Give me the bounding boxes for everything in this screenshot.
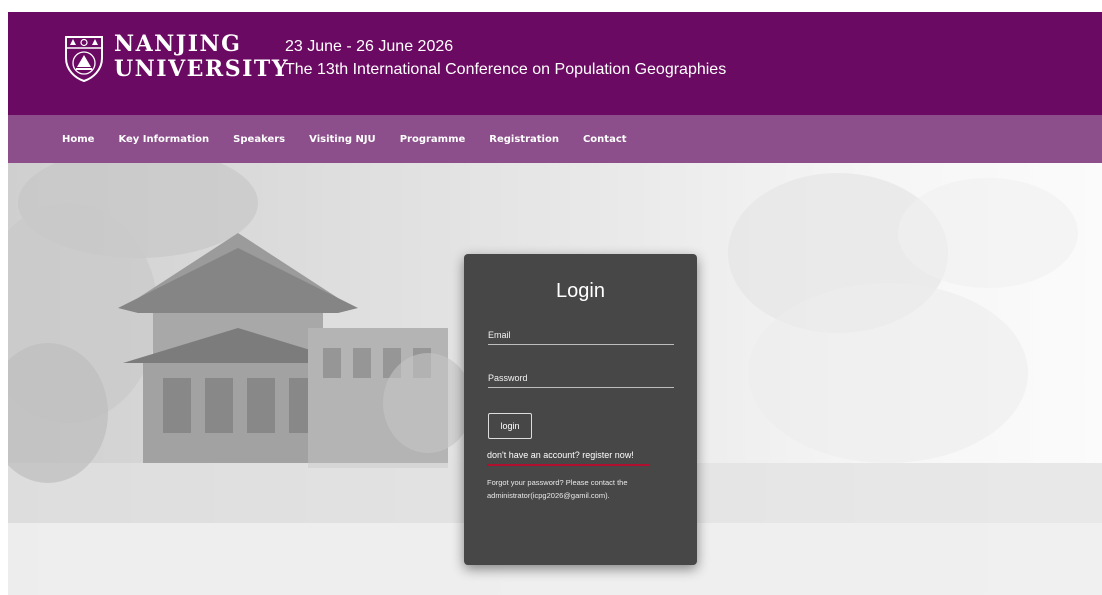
login-title: Login [556, 280, 605, 302]
password-input[interactable] [488, 373, 674, 388]
university-name-line2: UNIVERSITY [114, 56, 289, 82]
email-input[interactable] [488, 330, 674, 345]
page: NANJING UNIVERSITY 23 June - 26 June 202… [8, 12, 1102, 595]
login-card: Login login don't have an account? regis… [464, 254, 697, 565]
nav-visiting-nju[interactable]: Visiting NJU [309, 134, 376, 145]
register-link[interactable]: don't have an account? register now! [487, 450, 634, 460]
main-nav: Home Key Information Speakers Visiting N… [8, 115, 1102, 163]
nav-key-information[interactable]: Key Information [118, 134, 209, 145]
university-name-line1: NANJING [114, 31, 242, 57]
university-crest-icon [65, 36, 103, 82]
university-name[interactable]: NANJING UNIVERSITY [114, 32, 289, 82]
conference-info: 23 June - 26 June 2026 The 13th Internat… [285, 35, 726, 81]
nav-contact[interactable]: Contact [583, 134, 627, 145]
nav-registration[interactable]: Registration [489, 134, 559, 145]
nav-home[interactable]: Home [62, 134, 94, 145]
nav-speakers[interactable]: Speakers [233, 134, 285, 145]
register-underline [487, 464, 650, 466]
conference-title: The 13th International Conference on Pop… [285, 61, 727, 78]
site-header: NANJING UNIVERSITY 23 June - 26 June 202… [8, 12, 1102, 115]
conference-dates: 23 June - 26 June 2026 [285, 38, 454, 55]
login-button[interactable]: login [488, 413, 532, 439]
nav-programme[interactable]: Programme [400, 134, 466, 145]
forgot-password-text: Forgot your password? Please contact the… [487, 478, 628, 500]
